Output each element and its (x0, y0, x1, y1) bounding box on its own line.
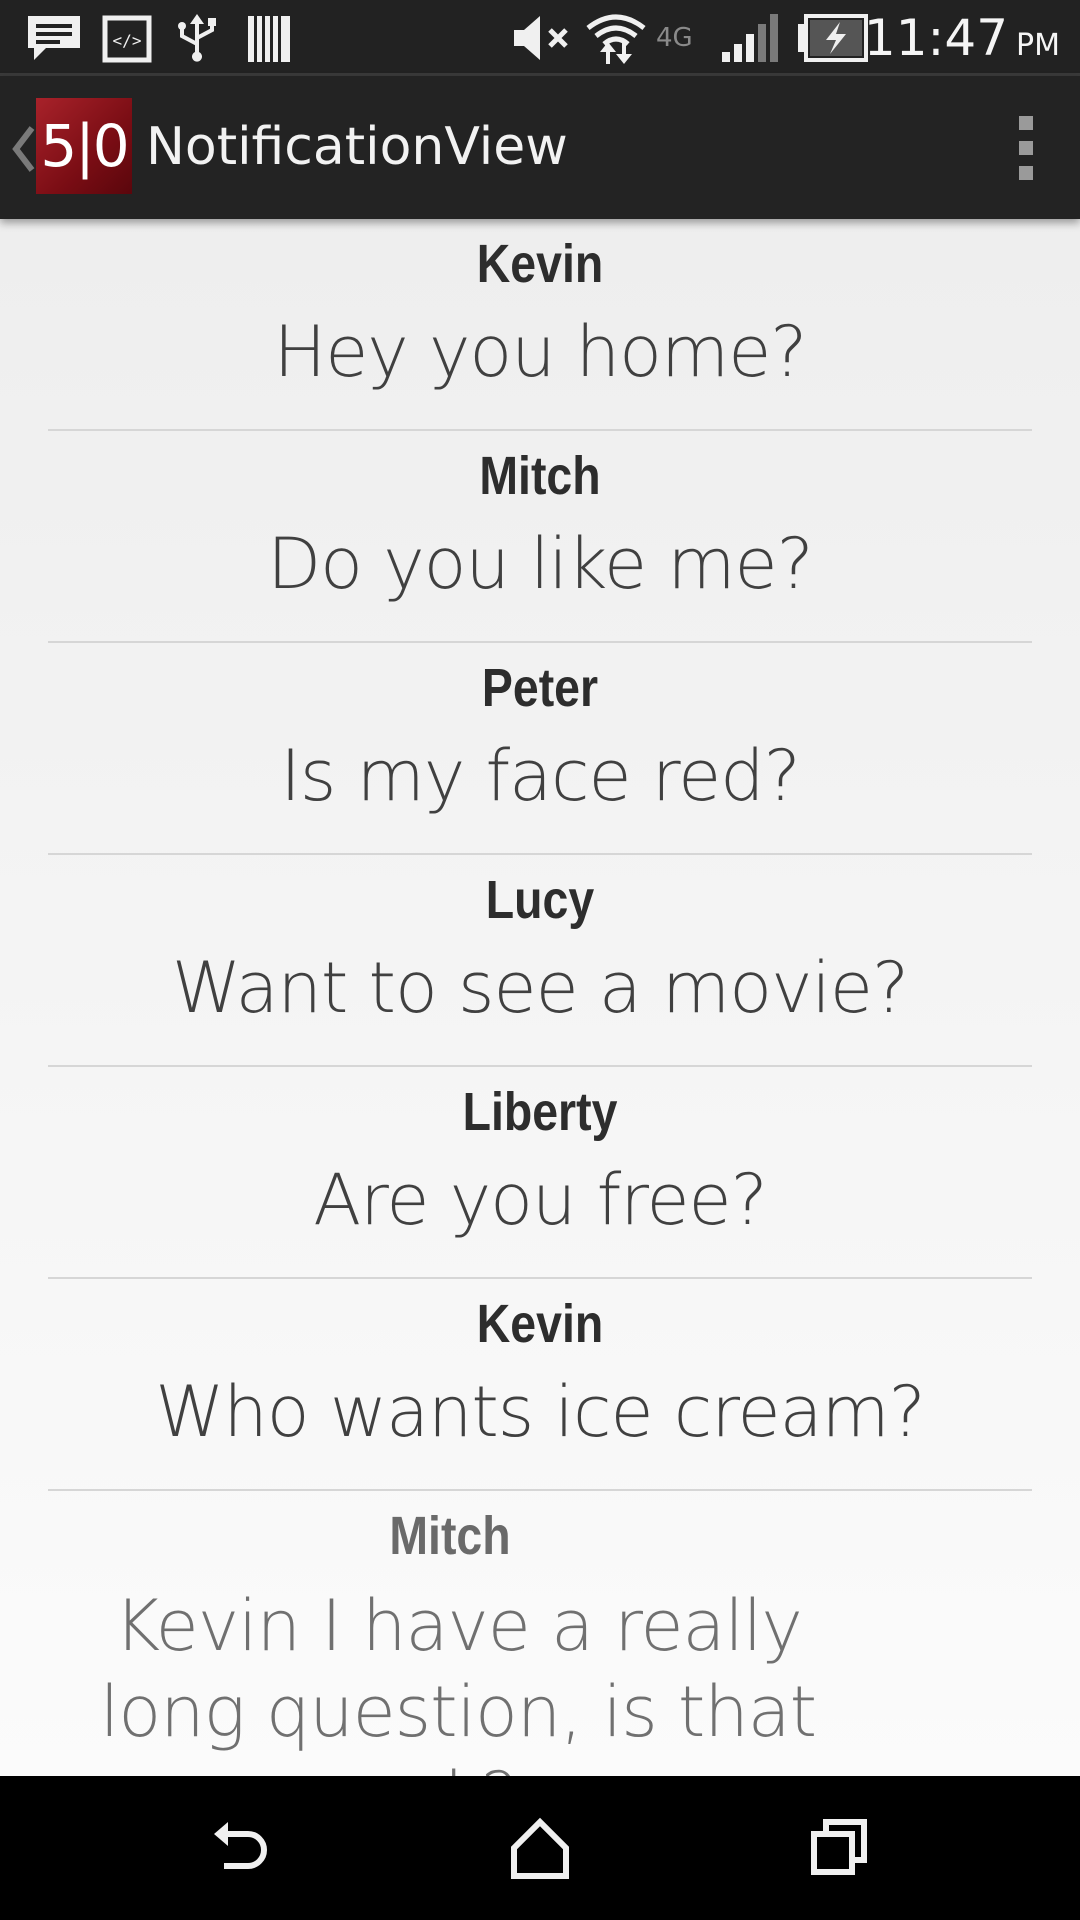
notification-message: Kevin I have a really long question, is … (99, 1585, 817, 1776)
overflow-dot (1019, 141, 1033, 155)
clock-ampm: PM (1016, 28, 1060, 63)
mute-icon (514, 16, 568, 60)
svg-text:</>: </> (113, 31, 142, 50)
notification-sender: Mitch (389, 1506, 511, 1566)
notification-sender: Kevin (476, 1294, 604, 1354)
status-bar: </> 4G 11:47 PM (0, 0, 1080, 76)
notification-item[interactable]: Kevin Hey you home? (48, 219, 1032, 431)
action-bar: 5|0 NotificationView (0, 76, 1080, 219)
notification-message: Hey you home? (273, 311, 808, 393)
overflow-dot (1019, 116, 1033, 130)
notification-message: Want to see a movie? (171, 947, 909, 1029)
page-title: NotificationView (146, 117, 568, 177)
wifi-icon (586, 14, 646, 64)
overflow-dot (1019, 166, 1033, 180)
up-navigation-icon[interactable] (8, 124, 38, 174)
message-icon (28, 16, 80, 60)
storage-icon (248, 16, 290, 62)
notification-item[interactable]: Kevin Who wants ice cream? (48, 1279, 1032, 1491)
notification-sender: Kevin (476, 234, 604, 294)
notification-sender: Mitch (479, 446, 601, 506)
notification-message: Do you like me? (267, 523, 814, 605)
notification-item[interactable]: Mitch Kevin I have a really long questio… (48, 1491, 1032, 1776)
status-clock: 11:47 PM (864, 8, 1060, 68)
notification-sender: Liberty (462, 1082, 618, 1142)
usb-icon (178, 14, 216, 62)
notification-item[interactable]: Lucy Want to see a movie? (48, 855, 1032, 1067)
notification-sender: Lucy (485, 870, 595, 930)
notification-message: Is my face red? (280, 735, 800, 817)
notification-list-container[interactable]: Kevin Hey you home? Mitch Do you like me… (0, 219, 1080, 1776)
battery-charging-icon (798, 14, 868, 62)
signal-icon (722, 14, 778, 62)
notification-message: Are you free? (313, 1159, 767, 1241)
notification-item[interactable]: Liberty Are you free? (48, 1067, 1032, 1279)
home-icon[interactable] (504, 1812, 576, 1884)
notification-list: Kevin Hey you home? Mitch Do you like me… (48, 219, 1032, 1776)
overflow-menu-icon[interactable] (1016, 116, 1036, 180)
notification-message: Who wants ice cream? (155, 1371, 926, 1453)
navigation-bar (0, 1776, 1080, 1920)
network-type-label: 4G (656, 23, 693, 53)
recents-icon[interactable] (804, 1812, 876, 1884)
clock-time: 11:47 (863, 9, 1009, 67)
app-logo[interactable]: 5|0 (36, 98, 132, 194)
notification-item[interactable]: Peter Is my face red? (48, 643, 1032, 855)
back-icon[interactable] (204, 1812, 276, 1884)
code-icon: </> (102, 15, 152, 63)
notification-sender: Peter (481, 658, 599, 718)
notification-item[interactable]: Mitch Do you like me? (48, 431, 1032, 643)
